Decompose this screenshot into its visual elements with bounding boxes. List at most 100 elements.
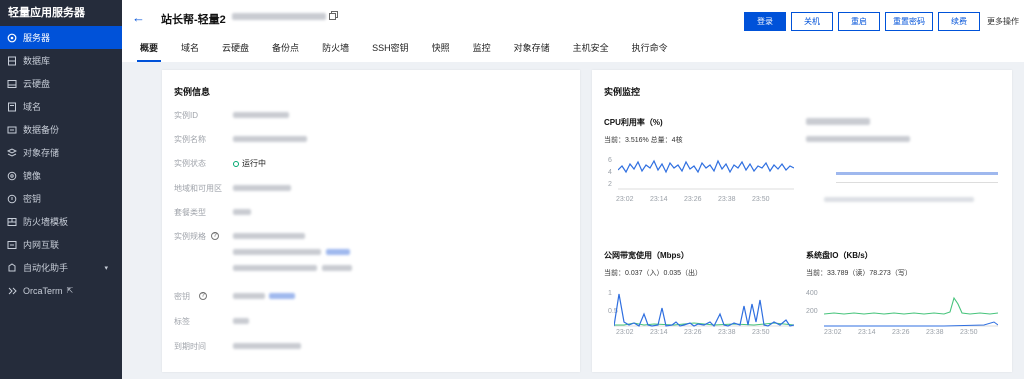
sidebar-item-backup[interactable]: 数据备份 (0, 118, 122, 141)
x-tick: 23:26 (684, 196, 702, 203)
tab-object-storage[interactable]: 对象存储 (514, 41, 550, 59)
login-button[interactable]: 登录 (744, 12, 786, 31)
restart-button[interactable]: 重启 (838, 12, 880, 31)
bandwidth-line-chart (614, 293, 794, 327)
running-status-icon (233, 160, 239, 167)
instance-info-card: 实例信息 实例ID 实例名称 实例状态 运行中 地域和可用区 套餐类型 实例规格… (162, 70, 580, 372)
sidebar-item-label: 对象存储 (23, 148, 60, 158)
cpu-current: 当前：3.516% 总量：4核 (604, 137, 683, 144)
tab-firewall[interactable]: 防火墙 (322, 41, 349, 59)
sidebar-item-database[interactable]: 数据库 (0, 49, 122, 72)
sidebar-item-label: 自动化助手 (23, 263, 69, 273)
instance-monitor-card: 实例监控 CPU利用率（%) 当前：3.516% 总量：4核 6 4 2 23:… (592, 70, 1012, 372)
sidebar-item-orcaterm[interactable]: OrcaTerm ⇱ (0, 279, 122, 302)
network-icon (7, 240, 17, 249)
status-text: 运行中 (242, 159, 266, 168)
bandwidth-current: 当前：0.037（入）0.035（出） (604, 270, 703, 277)
tab-overview[interactable]: 概要 (136, 41, 162, 62)
main-area: ← 站长帮-轻量2 登录 关机 重启 重置密码 续费 更多操作 概要 域名 云硬… (122, 0, 1024, 379)
storage-icon (7, 147, 17, 157)
more-actions-button[interactable]: 更多操作 (982, 12, 1024, 31)
field-label: 实例状态 (174, 159, 206, 168)
x-tick: 23:50 (752, 329, 770, 336)
disk-icon (7, 79, 17, 88)
sidebar-item-label: 服务器 (23, 33, 51, 43)
sidebar-item-key[interactable]: 密钥 (0, 187, 122, 210)
firewall-icon (7, 217, 17, 226)
disk-io-current: 当前：33.789（读）78.273（写） (806, 270, 912, 277)
x-tick: 23:26 (892, 329, 910, 336)
key-icon (7, 194, 17, 203)
sidebar-item-label: 云硬盘 (23, 79, 51, 89)
key-link[interactable] (269, 293, 295, 299)
tab-snapshot[interactable]: 快照 (432, 41, 450, 59)
sidebar-item-label: 镜像 (23, 171, 42, 181)
cpu-line-chart (618, 159, 794, 190)
region-value (233, 185, 291, 191)
key-value (233, 293, 265, 299)
x-tick: 23:02 (616, 196, 634, 203)
renew-button[interactable]: 续费 (938, 12, 980, 31)
x-tick: 23:02 (616, 329, 634, 336)
x-tick: 23:14 (650, 196, 668, 203)
sidebar-item-image[interactable]: 镜像 (0, 164, 122, 187)
back-arrow-icon[interactable]: ← (132, 10, 145, 25)
cpu-chart-title: CPU利用率（%) (604, 118, 663, 127)
x-tick: 23:26 (684, 329, 702, 336)
spec-value (233, 249, 321, 255)
sidebar-item-automation[interactable]: 自动化助手 ▾ (0, 256, 122, 279)
chevron-down-icon: ▾ (104, 264, 108, 272)
top-bar: ← 站长帮-轻量2 登录 关机 重启 重置密码 续费 更多操作 概要 域名 云硬… (122, 0, 1024, 62)
copy-icon[interactable] (329, 11, 338, 20)
reset-password-button[interactable]: 重置密码 (885, 12, 933, 31)
y-tick: 2 (608, 181, 612, 188)
y-tick: 1 (608, 290, 612, 297)
external-link-icon: ⇱ (66, 286, 74, 295)
shutdown-button[interactable]: 关机 (791, 12, 833, 31)
sidebar-item-domain[interactable]: 域名 (0, 95, 122, 118)
spec-value (322, 265, 352, 271)
x-tick: 23:14 (650, 329, 668, 336)
sidebar-item-label: 内网互联 (23, 240, 60, 250)
sidebar-item-server[interactable]: 服务器 (0, 26, 122, 49)
spec-value (233, 233, 305, 239)
product-title: 轻量应用服务器 (8, 7, 85, 19)
sidebar-item-label: 域名 (23, 102, 42, 112)
tab-domain[interactable]: 域名 (181, 41, 199, 59)
field-label: 实例名称 (174, 135, 206, 144)
tag-value (233, 318, 249, 324)
field-label: 实例ID (174, 111, 198, 120)
y-tick: 4 (608, 169, 612, 176)
backup-icon (7, 126, 17, 133)
help-icon[interactable]: ? (199, 292, 207, 300)
tab-ssh-key[interactable]: SSH密钥 (372, 41, 409, 59)
sidebar-item-network[interactable]: 内网互联 (0, 233, 122, 256)
sidebar-item-storage[interactable]: 对象存储 (0, 141, 122, 164)
x-tick: 23:50 (960, 329, 978, 336)
instance-name-value (233, 136, 307, 142)
expiry-value (233, 343, 301, 349)
tab-run-command[interactable]: 执行命令 (632, 41, 668, 59)
x-tick: 23:38 (926, 329, 944, 336)
x-tick: 23:50 (752, 196, 770, 203)
spec-link[interactable] (326, 249, 350, 255)
field-label: 标签 (174, 317, 190, 326)
image-icon (7, 171, 17, 180)
help-icon[interactable]: ? (211, 232, 219, 240)
tab-monitor[interactable]: 监控 (473, 41, 491, 59)
y-tick: 400 (806, 290, 818, 297)
terminal-icon (8, 287, 17, 294)
sidebar-item-firewall-template[interactable]: 防火墙模板 (0, 210, 122, 233)
tab-backup[interactable]: 备份点 (272, 41, 299, 59)
sidebar-item-label: 防火墙模板 (23, 217, 69, 227)
memory-chart-title (806, 118, 870, 125)
automation-icon (8, 262, 16, 271)
sidebar-item-disk[interactable]: 云硬盘 (0, 72, 122, 95)
tab-host-security[interactable]: 主机安全 (573, 41, 609, 59)
tab-bar: 概要 域名 云硬盘 备份点 防火墙 SSH密钥 快照 监控 对象存储 主机安全 … (136, 41, 691, 62)
action-buttons: 登录 关机 重启 重置密码 续费 更多操作 (739, 12, 1024, 31)
disk-io-chart-title: 系统盘IO（KB/s） (806, 251, 873, 260)
memory-line-chart (836, 172, 998, 175)
tab-disk[interactable]: 云硬盘 (222, 41, 249, 59)
y-tick: 6 (608, 157, 612, 164)
